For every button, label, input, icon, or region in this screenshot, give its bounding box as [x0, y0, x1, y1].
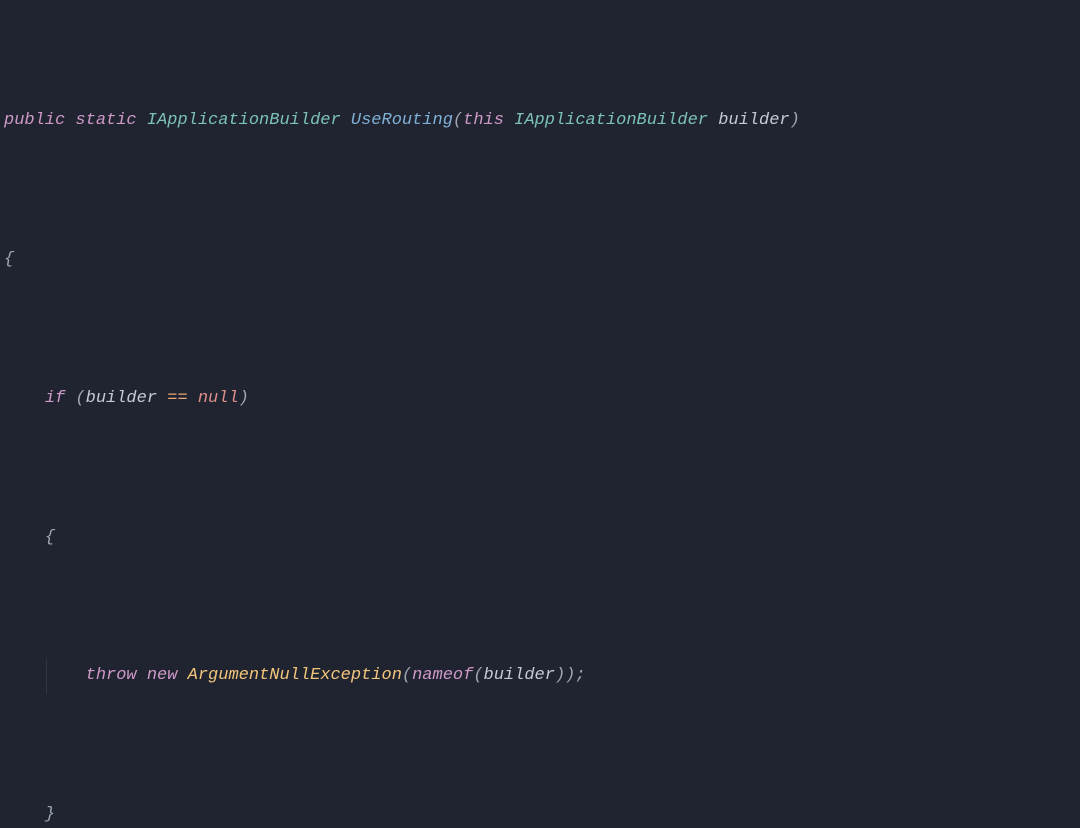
ident-builder: builder	[484, 666, 555, 685]
code-line: {	[4, 521, 1076, 556]
code-editor[interactable]: public static IApplicationBuilder UseRou…	[0, 0, 1080, 828]
keyword-null: null	[198, 389, 239, 408]
keyword-if: if	[45, 389, 65, 408]
code-line: throw new ArgumentNullException(nameof(b…	[4, 659, 1076, 694]
keyword-nameof: nameof	[412, 666, 473, 685]
keyword-static: static	[75, 111, 136, 130]
brace-open: {	[4, 250, 14, 269]
paren-close: )	[790, 111, 800, 130]
keyword-this: this	[463, 111, 504, 130]
indent-guide	[46, 659, 47, 694]
op-eqeq: ==	[157, 389, 198, 408]
type-iapplicationbuilder: IApplicationBuilder	[147, 111, 341, 130]
code-line: }	[4, 798, 1076, 828]
method-userouting: UseRouting	[351, 111, 453, 130]
keyword-public: public	[4, 111, 65, 130]
ident-builder: builder	[86, 389, 157, 408]
semicolon: ;	[575, 666, 585, 685]
paren-open: (	[453, 111, 463, 130]
type-argumentnullexception: ArgumentNullException	[188, 666, 402, 685]
brace-open: {	[45, 528, 55, 547]
brace-close: }	[45, 805, 55, 824]
code-line: {	[4, 243, 1076, 278]
code-line: if (builder == null)	[4, 382, 1076, 417]
keyword-throw: throw	[86, 666, 137, 685]
code-line: public static IApplicationBuilder UseRou…	[4, 104, 1076, 139]
space	[65, 111, 75, 130]
type-iapplicationbuilder: IApplicationBuilder	[514, 111, 708, 130]
keyword-new: new	[147, 666, 178, 685]
param-builder: builder	[718, 111, 789, 130]
